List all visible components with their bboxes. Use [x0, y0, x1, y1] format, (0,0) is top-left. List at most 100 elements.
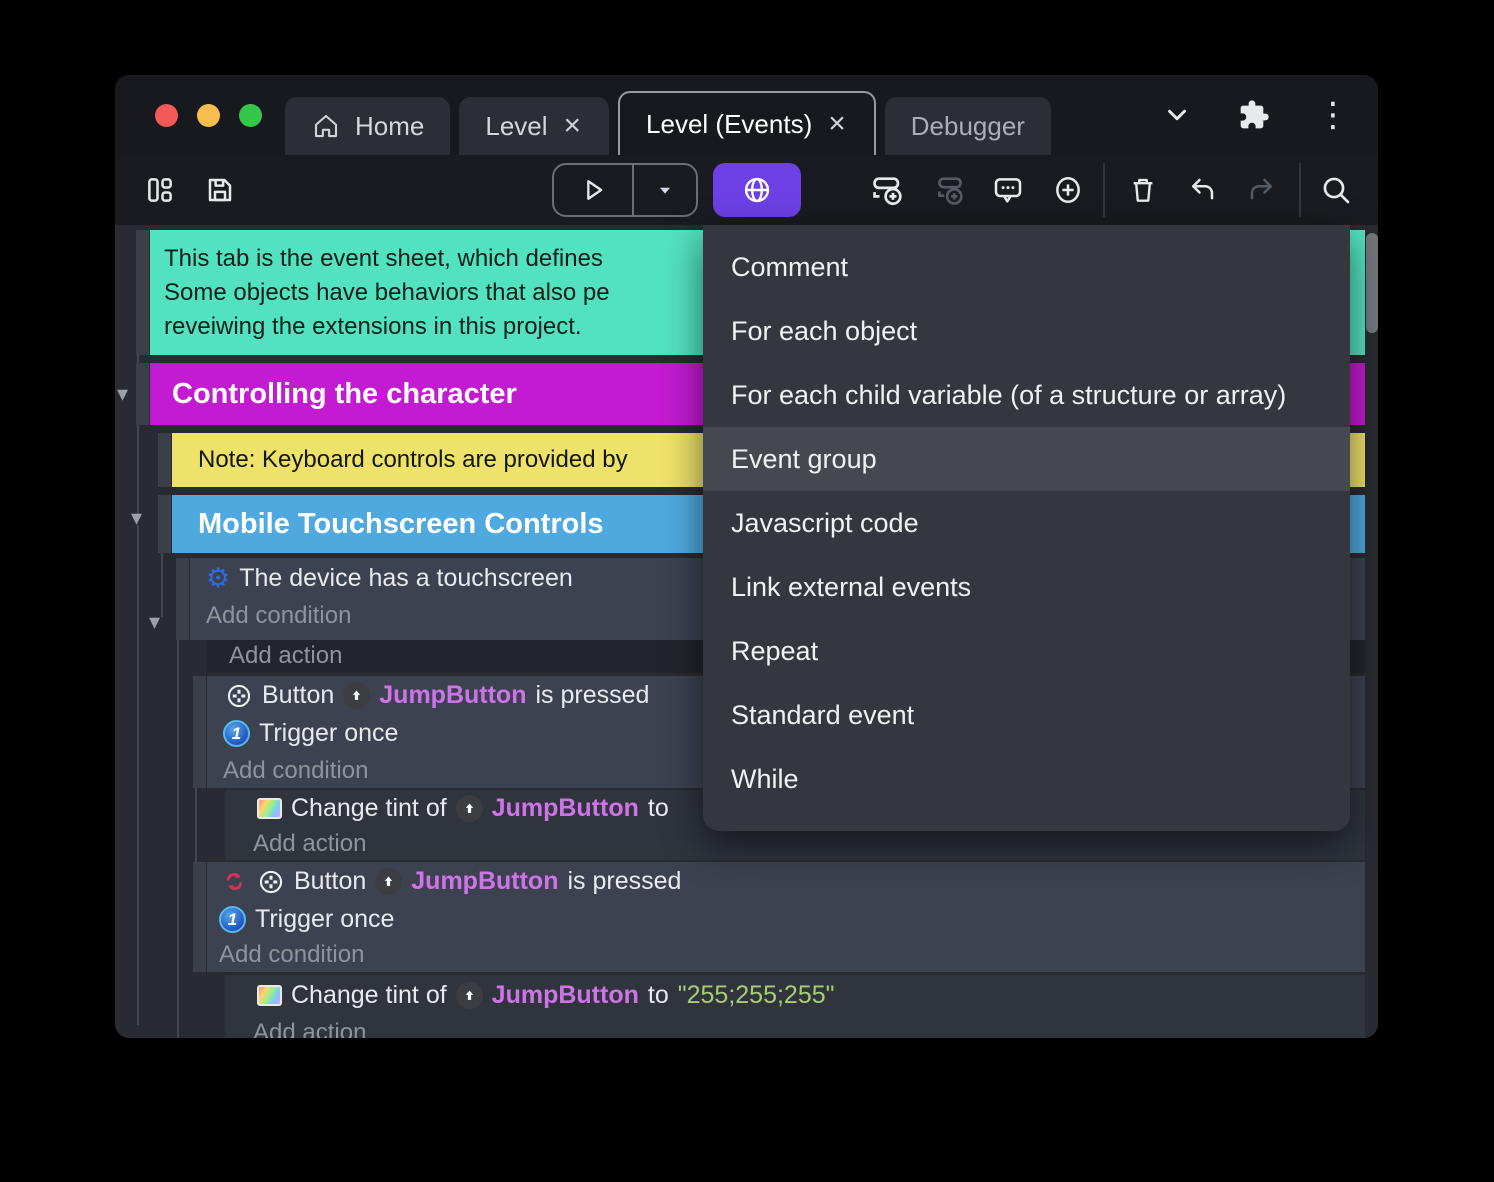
tab-debugger[interactable]: Debugger [884, 97, 1051, 155]
titlebar: Home Level × Level (Events) × Debugger ⋮ [115, 75, 1378, 155]
play-preview-button[interactable] [554, 165, 632, 215]
extensions-puzzle-icon[interactable] [1238, 99, 1270, 131]
add-condition-label: Add condition [219, 941, 365, 968]
menu-item-label: Link external events [731, 571, 972, 602]
home-icon [311, 111, 341, 141]
tab-bar: Home Level × Level (Events) × Debugger [285, 75, 1051, 155]
event-jumpbutton-2[interactable]: Button JumpButton is pressed 1 Trigger o… [207, 862, 1365, 972]
object-name: JumpButton [379, 681, 527, 709]
condition-text: Trigger once [259, 719, 399, 747]
event-drag-handle[interactable] [193, 862, 206, 972]
menu-item-label: Comment [731, 251, 849, 282]
tab-home[interactable]: Home [285, 97, 451, 155]
condition-row[interactable]: 1 Trigger once [207, 905, 1365, 934]
add-comment-icon[interactable] [985, 167, 1031, 213]
trigger-once-icon: 1 [219, 906, 246, 933]
titlebar-actions: ⋮ [1162, 75, 1350, 155]
action-text: Change tint of [291, 981, 447, 1009]
screenshot-root: Home Level × Level (Events) × Debugger ⋮… [0, 0, 1494, 1182]
tab-label: Level [485, 110, 548, 141]
menu-item-for-each-object[interactable]: For each object [703, 299, 1350, 363]
tab-level[interactable]: Level × [459, 97, 610, 155]
tab-level-events[interactable]: Level (Events) × [618, 91, 876, 155]
menu-item-repeat[interactable]: Repeat [703, 619, 1350, 683]
close-tab-icon[interactable]: × [826, 109, 848, 139]
menu-item-javascript-code[interactable]: Javascript code [703, 491, 1350, 555]
action-text: Change tint of [291, 794, 447, 822]
jumpbutton-object-icon [455, 982, 483, 1009]
condition-text: Button [262, 681, 335, 709]
add-action-label: Add action [229, 642, 343, 669]
tree-line [137, 525, 139, 1025]
tab-label: Debugger [910, 110, 1025, 141]
toolbar [115, 155, 1378, 225]
event-drag-handle[interactable] [176, 558, 189, 640]
menu-item-standard-event[interactable]: Standard event [703, 683, 1350, 747]
add-action-button[interactable]: Add action [225, 830, 1365, 858]
delete-trash-icon[interactable] [1120, 167, 1166, 213]
menu-item-label: While [731, 763, 799, 794]
toolbar-divider [1103, 163, 1105, 217]
event-drag-handle[interactable] [193, 676, 206, 788]
event-drag-handle[interactable] [158, 495, 171, 553]
menu-item-link-external-events[interactable]: Link external events [703, 555, 1350, 619]
string-value: "255;255;255" [677, 981, 835, 1009]
menu-item-for-each-child-variable[interactable]: For each child variable (of a structure … [703, 363, 1350, 427]
menu-item-comment[interactable]: Comment [703, 235, 1350, 299]
dpad-icon [225, 682, 253, 710]
save-icon[interactable] [197, 167, 243, 213]
traffic-lights [155, 104, 262, 127]
chevron-down-icon[interactable] [1162, 100, 1192, 130]
add-circle-icon[interactable] [1045, 167, 1091, 213]
add-action-label: Add action [253, 830, 367, 857]
preview-options-dropdown[interactable] [631, 165, 696, 215]
event-drag-handle[interactable] [136, 363, 149, 425]
add-condition-button[interactable]: Add condition [207, 941, 1365, 969]
red-swap-icon [221, 868, 248, 895]
overflow-menu-icon[interactable]: ⋮ [1316, 97, 1350, 132]
menu-item-label: Javascript code [731, 507, 919, 538]
tint-palette-icon [257, 798, 282, 819]
close-tab-icon[interactable]: × [562, 111, 584, 141]
condition-suffix: is pressed [567, 867, 682, 895]
web-preview-button[interactable] [713, 163, 801, 217]
undo-icon[interactable] [1179, 167, 1225, 213]
action-text: to [647, 981, 669, 1009]
action-row[interactable]: Change tint of JumpButton to "255;255;25… [225, 981, 1365, 1010]
jumpbutton-object-icon [343, 682, 371, 709]
event-drag-handle[interactable] [136, 230, 149, 355]
collapse-arrow-icon[interactable]: ▾ [149, 611, 160, 633]
close-window-button[interactable] [155, 104, 178, 127]
object-name: JumpButton [491, 794, 639, 822]
add-event-icon[interactable] [865, 167, 911, 213]
condition-row[interactable]: Button JumpButton is pressed [207, 867, 1365, 896]
globe-icon [741, 174, 773, 206]
add-event-context-menu: Comment For each object For each child v… [703, 225, 1350, 831]
menu-item-while[interactable]: While [703, 747, 1350, 811]
menu-item-label: For each child variable (of a structure … [731, 379, 1287, 410]
menu-item-event-group[interactable]: Event group [703, 427, 1350, 491]
tree-line [177, 625, 179, 1038]
condition-text: Button [294, 867, 367, 895]
trigger-once-icon: 1 [223, 720, 250, 747]
jumpbutton-object-icon [455, 795, 483, 822]
jumpbutton-object-icon [375, 868, 403, 895]
menu-item-label: Repeat [731, 635, 819, 666]
condition-suffix: is pressed [535, 681, 650, 709]
search-icon[interactable] [1313, 167, 1359, 213]
event-drag-handle[interactable] [158, 433, 171, 487]
collapse-arrow-icon[interactable]: ▾ [117, 383, 128, 405]
add-action-button[interactable]: Add action [225, 1019, 1365, 1038]
collapse-arrow-icon[interactable]: ▾ [131, 507, 142, 529]
object-name: JumpButton [491, 981, 639, 1009]
condition-text: The device has a touchscreen [239, 564, 573, 592]
menu-item-label: Event group [731, 443, 877, 474]
minimize-window-button[interactable] [197, 104, 220, 127]
object-name: JumpButton [411, 867, 559, 895]
add-subevent-icon[interactable] [927, 167, 973, 213]
layout-panels-icon[interactable] [137, 167, 183, 213]
group-title: Mobile Touchscreen Controls [198, 507, 604, 540]
maximize-window-button[interactable] [239, 104, 262, 127]
redo-icon[interactable] [1239, 167, 1285, 213]
vertical-scrollbar-thumb[interactable] [1366, 233, 1378, 333]
